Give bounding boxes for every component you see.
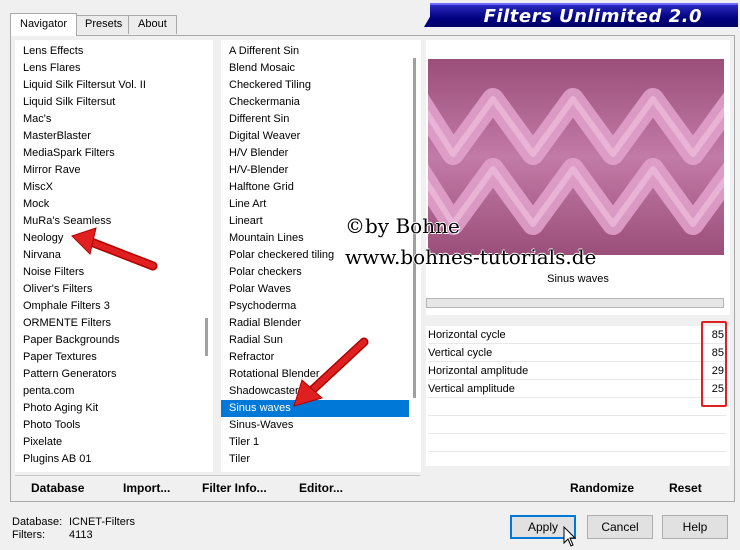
watermark-url: www.bohnes-tutorials.de (345, 245, 597, 269)
category-item[interactable]: MiscX (15, 179, 201, 196)
preview-image (428, 59, 724, 255)
category-item[interactable]: Photo Tools (15, 417, 201, 434)
parameter-list: Horizontal cycle 85 Vertical cycle 85 Ho… (426, 326, 730, 466)
filter-item[interactable]: Sinus-Waves (221, 417, 409, 434)
import-button[interactable]: Import... (123, 478, 170, 498)
category-item[interactable]: Photo Aging Kit (15, 400, 201, 417)
database-label: Database: (12, 516, 63, 528)
filters-value: 4113 (69, 529, 93, 541)
category-item[interactable]: Lens Flares (15, 60, 201, 77)
filter-item[interactable]: Digital Weaver (221, 128, 409, 145)
filter-item[interactable]: Halftone Grid (221, 179, 409, 196)
category-item[interactable]: Pixelate (15, 434, 201, 451)
category-item[interactable]: Mirror Rave (15, 162, 201, 179)
title-banner: Filters Unlimited 2.0 (430, 3, 738, 27)
mouse-cursor-icon (563, 526, 577, 547)
selected-filter-name: Sinus waves (547, 273, 609, 285)
filter-item[interactable]: H/V-Blender (221, 162, 409, 179)
filter-item[interactable]: Blend Mosaic (221, 60, 409, 77)
cancel-button[interactable]: Cancel (587, 515, 653, 539)
filter-info-button[interactable]: Filter Info... (202, 478, 267, 498)
filter-item[interactable]: Tiler (221, 451, 409, 468)
filter-item[interactable]: Checkered Tiling (221, 77, 409, 94)
tab-presets[interactable]: Presets (75, 15, 133, 34)
filter-item[interactable]: Radial Blender (221, 315, 409, 332)
category-item[interactable]: Liquid Silk Filtersut Vol. II (15, 77, 201, 94)
tab-about[interactable]: About (128, 15, 177, 34)
param-horizontal-amplitude[interactable]: Horizontal amplitude 29 (428, 362, 726, 380)
tab-navigator[interactable]: Navigator (10, 13, 78, 36)
param-empty-row (428, 416, 726, 434)
filter-item[interactable]: Polar Waves (221, 281, 409, 298)
category-item[interactable]: Lens Effects (15, 43, 201, 60)
preview-wave-graphic (428, 59, 724, 255)
category-item[interactable]: Paper Textures (15, 349, 201, 366)
category-item[interactable]: Omphale Filters 3 (15, 298, 201, 315)
category-item[interactable]: Pattern Generators (15, 366, 201, 383)
category-item[interactable]: Plugins AB 01 (15, 451, 201, 468)
param-empty-row (428, 434, 726, 452)
category-item[interactable]: MasterBlaster (15, 128, 201, 145)
filter-item[interactable]: Tiler 1 (221, 434, 409, 451)
param-label: Horizontal amplitude (428, 365, 529, 377)
category-scrollbar[interactable] (203, 40, 213, 472)
arrow-neology-icon (71, 227, 158, 271)
filter-item[interactable]: Psychoderma (221, 298, 409, 315)
category-item[interactable]: Oliver's Filters (15, 281, 201, 298)
filter-item[interactable]: A Different Sin (221, 43, 409, 60)
category-item[interactable]: ORMENTE Filters (15, 315, 201, 332)
category-item[interactable]: penta.com (15, 383, 201, 400)
database-value: ICNET-Filters (69, 516, 135, 528)
help-button[interactable]: Help (662, 515, 728, 539)
param-vertical-cycle[interactable]: Vertical cycle 85 (428, 344, 726, 362)
banner-title: Filters Unlimited 2.0 (483, 6, 702, 27)
param-empty-row (428, 398, 726, 416)
filter-item[interactable]: Line Art (221, 196, 409, 213)
category-item[interactable]: MediaSpark Filters (15, 145, 201, 162)
preview-area: Sinus waves (426, 40, 730, 315)
param-label: Horizontal cycle (428, 329, 506, 341)
progress-bar (426, 298, 724, 308)
filter-item[interactable]: H/V Blender (221, 145, 409, 162)
category-item[interactable]: Paper Backgrounds (15, 332, 201, 349)
value-highlight-box (701, 321, 727, 407)
arrow-sinus-waves-icon (293, 337, 369, 407)
param-horizontal-cycle[interactable]: Horizontal cycle 85 (428, 326, 726, 344)
param-label: Vertical cycle (428, 347, 493, 359)
param-label: Vertical amplitude (428, 383, 515, 395)
param-vertical-amplitude[interactable]: Vertical amplitude 25 (428, 380, 726, 398)
filter-item[interactable]: Checkermania (221, 94, 409, 111)
category-item[interactable]: Liquid Silk Filtersut (15, 94, 201, 111)
category-item[interactable]: Mac's (15, 111, 201, 128)
reset-button[interactable]: Reset (669, 478, 702, 498)
editor-button[interactable]: Editor... (299, 478, 343, 498)
filter-item[interactable]: Different Sin (221, 111, 409, 128)
watermark-copyright: ©by Bohne (345, 214, 460, 238)
filters-label: Filters: (12, 529, 45, 541)
category-scroll-thumb[interactable] (205, 318, 208, 356)
randomize-button[interactable]: Randomize (570, 478, 634, 498)
database-button[interactable]: Database (31, 478, 84, 498)
category-item[interactable]: Mock (15, 196, 201, 213)
